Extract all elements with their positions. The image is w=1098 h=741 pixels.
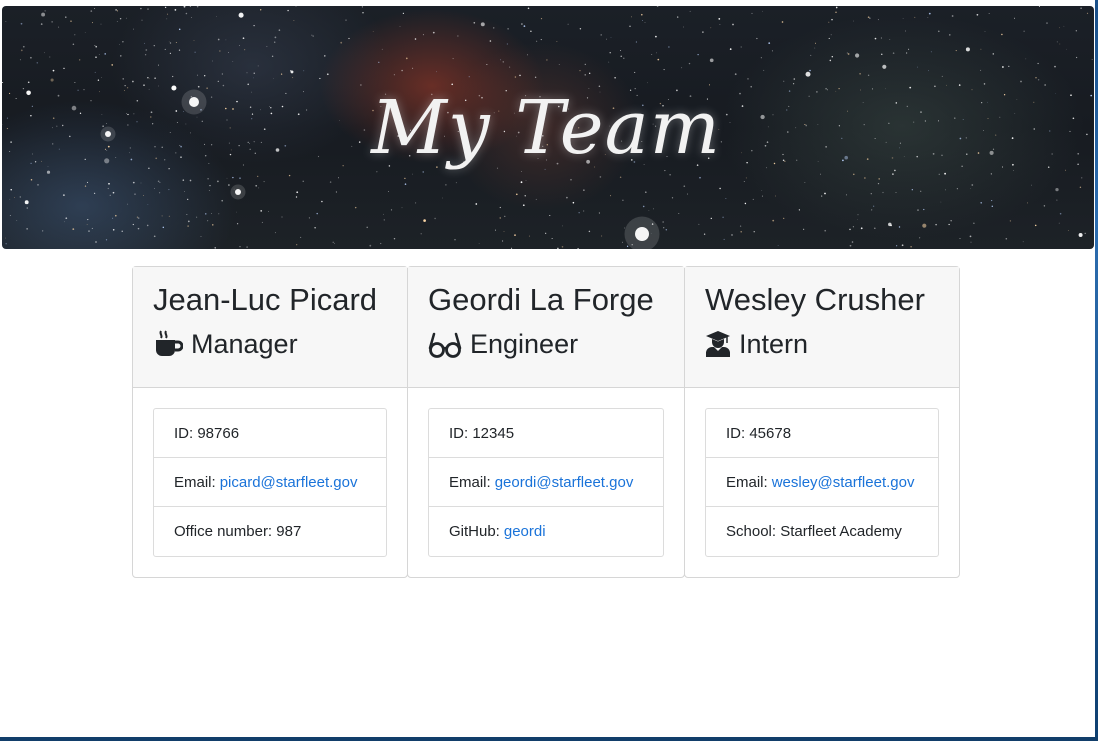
employee-name: Geordi La Forge — [428, 282, 654, 317]
details-list: ID: 45678 Email: wesley@starfleet.gov Sc… — [705, 408, 939, 557]
employee-role: Intern — [705, 328, 939, 360]
role-label: Manager — [191, 329, 298, 359]
employee-name: Jean-Luc Picard — [153, 282, 378, 317]
id-item: ID: 98766 — [154, 409, 386, 458]
card-body: ID: 12345 Email: geordi@starfleet.gov Gi… — [408, 388, 684, 577]
employee-card-manager: Jean-Luc Picard Manager ID: 98766 Email:… — [132, 266, 408, 578]
email-link[interactable]: wesley@starfleet.gov — [772, 474, 915, 491]
page-title: My Team — [371, 84, 721, 171]
card-body: ID: 45678 Email: wesley@starfleet.gov Sc… — [685, 388, 959, 577]
graduate-icon — [706, 331, 730, 357]
github-prefix: GitHub: — [449, 523, 500, 540]
browser-viewport: My Team Jean-Luc Picard Manager ID: 9876… — [0, 0, 1095, 737]
github-item: GitHub: geordi — [429, 507, 663, 556]
details-list: ID: 12345 Email: geordi@starfleet.gov Gi… — [428, 408, 664, 557]
role-label: Engineer — [470, 329, 579, 359]
email-link[interactable]: geordi@starfleet.gov — [495, 474, 634, 491]
coffee-mug-icon — [156, 330, 183, 356]
card-header: Geordi La Forge Engineer — [408, 267, 684, 388]
card-header: Jean-Luc Picard Manager — [133, 267, 407, 388]
details-list: ID: 98766 Email: picard@starfleet.gov Of… — [153, 408, 387, 557]
github-link[interactable]: geordi — [504, 523, 546, 540]
email-prefix: Email: — [726, 473, 768, 491]
id-item: ID: 12345 — [429, 409, 663, 458]
employee-card-engineer: Geordi La Forge Engineer ID: 12345 Email… — [407, 266, 685, 578]
email-prefix: Email: — [174, 473, 216, 491]
employee-card-intern: Wesley Crusher Intern ID: 45678 Email: w… — [684, 266, 960, 578]
header-banner: My Team — [2, 6, 1094, 249]
card-body: ID: 98766 Email: picard@starfleet.gov Of… — [133, 388, 407, 577]
glasses-icon — [428, 332, 462, 358]
employee-role: Engineer — [428, 328, 664, 360]
email-prefix: Email: — [449, 473, 491, 491]
office-number-item: Office number: 987 — [174, 523, 302, 540]
employee-name: Wesley Crusher — [705, 282, 925, 317]
role-label: Intern — [739, 329, 809, 359]
id-item: ID: 45678 — [706, 409, 938, 458]
email-item: Email: wesley@starfleet.gov — [706, 458, 938, 507]
window-border-bottom — [0, 737, 1098, 741]
school-item: School: Starfleet Academy — [726, 523, 902, 540]
email-item: Email: picard@starfleet.gov — [154, 458, 386, 507]
team-cards: Jean-Luc Picard Manager ID: 98766 Email:… — [132, 266, 960, 578]
card-header: Wesley Crusher Intern — [685, 267, 959, 388]
email-link[interactable]: picard@starfleet.gov — [220, 474, 358, 491]
email-item: Email: geordi@starfleet.gov — [429, 458, 663, 507]
employee-role: Manager — [153, 328, 387, 360]
